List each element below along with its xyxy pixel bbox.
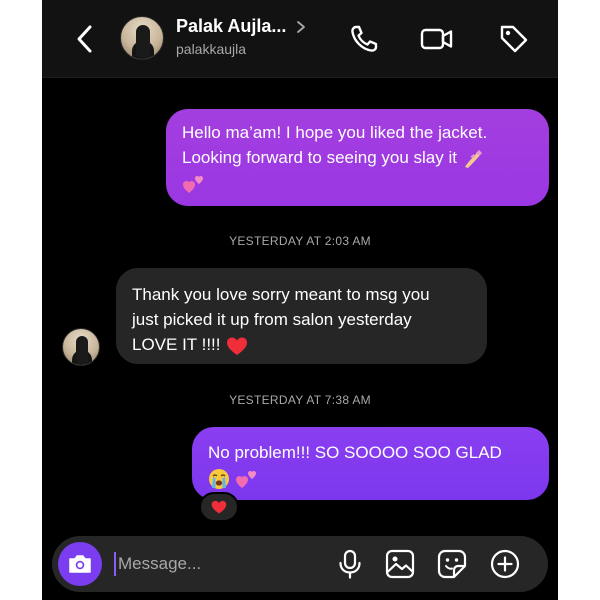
sender-avatar[interactable]	[62, 328, 100, 366]
loudly-crying-face-emoji	[209, 468, 229, 489]
voice-message-button[interactable]	[334, 548, 366, 580]
sticker-button[interactable]	[436, 548, 468, 580]
message-text-line: LOVE IT !!!!	[132, 335, 221, 354]
plus-icon	[490, 549, 520, 579]
chat-header: Palak Aujla... palakkaujla	[42, 0, 558, 78]
contact-username: palakkaujla	[176, 41, 247, 57]
back-button[interactable]	[70, 22, 100, 56]
microphone-icon	[339, 549, 361, 579]
message-reaction[interactable]	[199, 492, 239, 522]
chevron-right-icon	[297, 20, 306, 33]
profile-link[interactable]: Palak Aujla... palakkaujla	[176, 16, 306, 57]
tag-button[interactable]	[497, 22, 531, 56]
outgoing-message[interactable]: No problem!!! SO SOOOO SOO GLAD	[192, 427, 549, 500]
voice-call-button[interactable]	[347, 22, 381, 56]
timestamp: YESTERDAY AT 7:38 AM	[229, 393, 371, 407]
header-avatar[interactable]	[120, 16, 164, 60]
message-text-line: Thank you love sorry meant to msg you	[132, 285, 430, 304]
two-hearts-emoji	[235, 470, 256, 488]
phone-icon	[351, 25, 378, 52]
message-text-line: No problem!!! SO SOOOO SOO GLAD	[208, 443, 502, 462]
message-input[interactable]	[118, 548, 318, 580]
red-heart-emoji	[211, 500, 227, 514]
nail-polish-emoji	[464, 149, 482, 168]
gallery-icon	[385, 549, 415, 579]
two-hearts-emoji	[183, 175, 203, 193]
contact-name: Palak Aujla...	[176, 16, 287, 36]
timestamp: YESTERDAY AT 2:03 AM	[229, 234, 371, 248]
text-caret	[114, 552, 116, 576]
video-call-button[interactable]	[420, 22, 454, 56]
video-icon	[420, 28, 453, 50]
incoming-message[interactable]: Thank you love sorry meant to msg you ju…	[116, 268, 487, 364]
tag-icon	[500, 25, 528, 53]
dm-screen: Palak Aujla... palakkaujla Hello ma’am! …	[42, 0, 558, 600]
red-heart-emoji	[227, 337, 248, 355]
message-composer	[52, 536, 548, 592]
back-icon	[77, 25, 92, 53]
message-text-line: Looking forward to seeing you slay it	[182, 148, 457, 167]
sticker-icon	[437, 549, 467, 579]
message-text-line: just picked it up from salon yesterday	[132, 310, 412, 329]
message-text-line: Hello ma’am! I hope you liked the jacket…	[182, 123, 488, 142]
outgoing-message[interactable]: Hello ma’am! I hope you liked the jacket…	[166, 109, 549, 206]
camera-button[interactable]	[58, 542, 102, 586]
camera-icon	[69, 555, 91, 573]
more-options-button[interactable]	[489, 548, 521, 580]
gallery-button[interactable]	[384, 548, 416, 580]
